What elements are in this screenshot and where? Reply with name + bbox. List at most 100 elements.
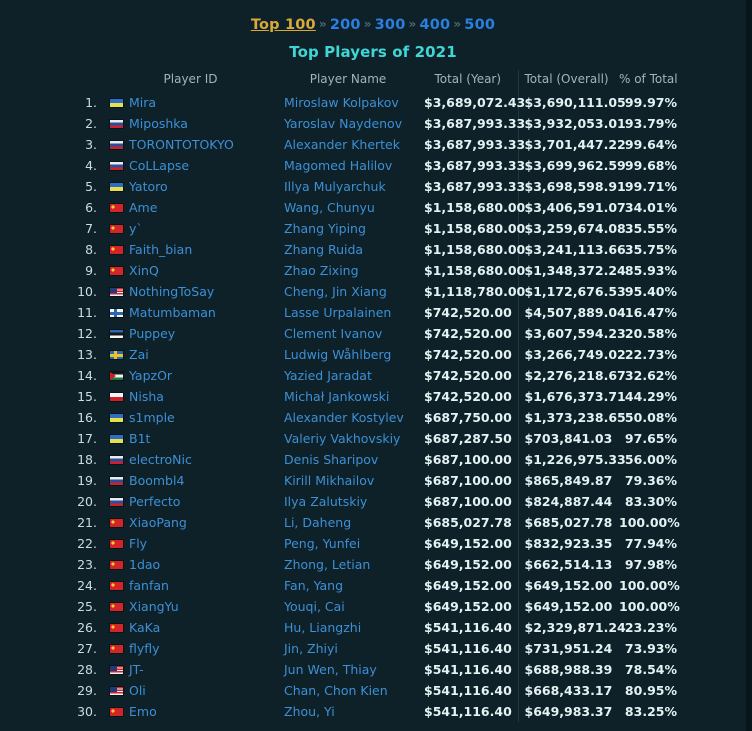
cell-rank: 18. bbox=[77, 452, 97, 467]
page-title: Top Players of 2021 bbox=[289, 43, 457, 61]
cell-player-name: Zhang Yiping bbox=[278, 218, 418, 239]
player-id-link[interactable]: Oli bbox=[129, 683, 146, 698]
player-name-link[interactable]: Miroslaw Kolpakov bbox=[284, 95, 399, 110]
player-id-link[interactable]: Miposhka bbox=[129, 116, 188, 131]
player-name-link[interactable]: Youqi, Cai bbox=[284, 599, 345, 614]
cell-total-overall: $1,373,238.65 bbox=[524, 410, 626, 425]
player-name-link[interactable]: Lasse Urpalainen bbox=[284, 305, 391, 320]
cell-player-name: Alexander Kostylev bbox=[278, 407, 418, 428]
player-id-link[interactable]: B1t bbox=[129, 431, 150, 446]
player-id-link[interactable]: TORONTOTOKYO bbox=[129, 137, 234, 152]
player-id-link[interactable]: Matumbaman bbox=[129, 305, 216, 320]
player-id-link[interactable]: 1dao bbox=[129, 557, 160, 572]
player-name-link[interactable]: Wang, Chunyu bbox=[284, 200, 375, 215]
player-name-link[interactable]: Zhang Yiping bbox=[284, 221, 366, 236]
player-name-link[interactable]: Chan, Chon Kien bbox=[284, 683, 388, 698]
player-id-link[interactable]: XiangYu bbox=[129, 599, 179, 614]
player-id-link[interactable]: XiaoPang bbox=[129, 515, 187, 530]
player-id-link[interactable]: fanfan bbox=[129, 578, 169, 593]
player-name-link[interactable]: Jun Wen, Thiay bbox=[284, 662, 377, 677]
player-id-link[interactable]: Faith_bian bbox=[129, 242, 192, 257]
flag-icon-cn bbox=[109, 203, 124, 213]
player-name-link[interactable]: Ilya Zalutskiy bbox=[284, 494, 367, 509]
nav-link-400[interactable]: 400 bbox=[419, 17, 450, 33]
player-id-link[interactable]: Emo bbox=[129, 704, 157, 719]
cell-total-year: $3,687,993.33 bbox=[418, 134, 525, 155]
nav-link-200[interactable]: 200 bbox=[330, 17, 361, 33]
player-name-link[interactable]: Clement Ivanov bbox=[284, 326, 382, 341]
cell-total-overall: $3,266,749.02 bbox=[524, 347, 626, 362]
cell-rank: 6. bbox=[85, 200, 97, 215]
player-id-link[interactable]: Perfecto bbox=[129, 494, 180, 509]
flag-icon-ua bbox=[109, 182, 124, 192]
player-name-link[interactable]: Peng, Yunfei bbox=[284, 536, 360, 551]
player-name-link[interactable]: Cheng, Jin Xiang bbox=[284, 284, 387, 299]
player-id-link[interactable]: Ame bbox=[129, 200, 157, 215]
player-name-link[interactable]: Zhao Zixing bbox=[284, 263, 359, 278]
cell-total-year: $541,116.40 bbox=[418, 680, 519, 701]
player-name-link[interactable]: Li, Daheng bbox=[284, 515, 351, 530]
nav-link-top-100[interactable]: Top 100 bbox=[251, 17, 316, 33]
nav-link-500[interactable]: 500 bbox=[464, 17, 495, 33]
player-id-link[interactable]: Puppey bbox=[129, 326, 175, 341]
player-name-link[interactable]: Ludwig Wåhlberg bbox=[284, 347, 391, 362]
cell-player-id: 1dao bbox=[103, 554, 278, 575]
player-id-link[interactable]: s1mple bbox=[129, 410, 175, 425]
player-id-link[interactable]: Mira bbox=[129, 95, 156, 110]
player-name-link[interactable]: Illya Mulyarchuk bbox=[284, 179, 386, 194]
table-row: 29. Oli Chan, Chon Kien $541,116.40 $668,433… bbox=[63, 680, 683, 701]
player-name-link[interactable]: Valeriy Vakhovskiy bbox=[284, 431, 400, 446]
player-name-link[interactable]: Alexander Kostylev bbox=[284, 410, 404, 425]
cell-pct-of-total: 97.98% bbox=[624, 557, 677, 572]
player-name-link[interactable]: Jin, Zhiyi bbox=[284, 641, 338, 656]
flag-icon-jo bbox=[109, 371, 124, 381]
cell-total-year: $541,116.40 bbox=[418, 701, 519, 722]
player-name-link[interactable]: Michał Jankowski bbox=[284, 389, 389, 404]
cell-player-id: Perfecto bbox=[103, 491, 278, 512]
player-name-link[interactable]: Kirill Mikhailov bbox=[284, 473, 374, 488]
table-header-row: Player ID Player Name Total (Year) Total… bbox=[63, 70, 683, 92]
cell-player-name: Cheng, Jin Xiang bbox=[278, 281, 418, 302]
player-name-link[interactable]: Magomed Halilov bbox=[284, 158, 392, 173]
table-row: 5. Yatoro Illya Mulyarchuk $3,687,993.33 $3,… bbox=[63, 176, 683, 197]
cell-total-overall: $824,887.44 bbox=[524, 494, 613, 509]
cell-total-overall: $3,932,053.01 bbox=[524, 116, 626, 131]
player-id-link[interactable]: electroNic bbox=[129, 452, 192, 467]
cell-player-id: TORONTOTOKYO bbox=[103, 134, 278, 155]
cell-player-name: Peng, Yunfei bbox=[278, 533, 418, 554]
player-id-link[interactable]: Zai bbox=[129, 347, 149, 362]
player-id-link[interactable]: Boombl4 bbox=[129, 473, 184, 488]
player-name-link[interactable]: Yaroslav Naydenov bbox=[284, 116, 402, 131]
table-row: 10. NothingToSay Cheng, Jin Xiang $1,118,78… bbox=[63, 281, 683, 302]
player-id-link[interactable]: Yatoro bbox=[129, 179, 168, 194]
cell-total-year: $687,750.00 bbox=[418, 407, 519, 428]
player-id-link[interactable]: NothingToSay bbox=[129, 284, 214, 299]
player-id-link[interactable]: XinQ bbox=[129, 263, 159, 278]
player-name-link[interactable]: Alexander Khertek bbox=[284, 137, 400, 152]
player-name-link[interactable]: Zhang Ruida bbox=[284, 242, 363, 257]
player-name-link[interactable]: Yazied Jaradat bbox=[284, 368, 372, 383]
player-id-link[interactable]: Fly bbox=[129, 536, 147, 551]
nav-link-300[interactable]: 300 bbox=[375, 17, 406, 33]
player-id-link[interactable]: y` bbox=[129, 221, 143, 236]
player-name-link[interactable]: Zhou, Yi bbox=[284, 704, 335, 719]
player-name-link[interactable]: Denis Sharipov bbox=[284, 452, 378, 467]
cell-total-overall: $649,152.00 bbox=[524, 578, 613, 593]
player-name-link[interactable]: Hu, Liangzhi bbox=[284, 620, 361, 635]
cell-total-overall: $865,849.87 bbox=[524, 473, 613, 488]
player-name-link[interactable]: Fan, Yang bbox=[284, 578, 343, 593]
player-id-link[interactable]: flyfly bbox=[129, 641, 160, 656]
player-id-link[interactable]: YapzOr bbox=[129, 368, 172, 383]
cell-player-name: Denis Sharipov bbox=[278, 449, 418, 470]
player-id-link[interactable]: Nisha bbox=[129, 389, 164, 404]
cell-player-id: fanfan bbox=[103, 575, 278, 596]
cell-pct-of-total: 73.93% bbox=[624, 641, 677, 656]
cell-pct-of-total: 100.00% bbox=[619, 578, 680, 593]
player-name-link[interactable]: Zhong, Letian bbox=[284, 557, 370, 572]
cell-player-id: NothingToSay bbox=[103, 281, 278, 302]
player-id-link[interactable]: KaKa bbox=[129, 620, 160, 635]
flag-icon-ru bbox=[109, 119, 124, 129]
cell-player-id: Boombl4 bbox=[103, 470, 278, 491]
player-id-link[interactable]: CoLLapse bbox=[129, 158, 189, 173]
player-id-link[interactable]: JT- bbox=[129, 662, 144, 677]
